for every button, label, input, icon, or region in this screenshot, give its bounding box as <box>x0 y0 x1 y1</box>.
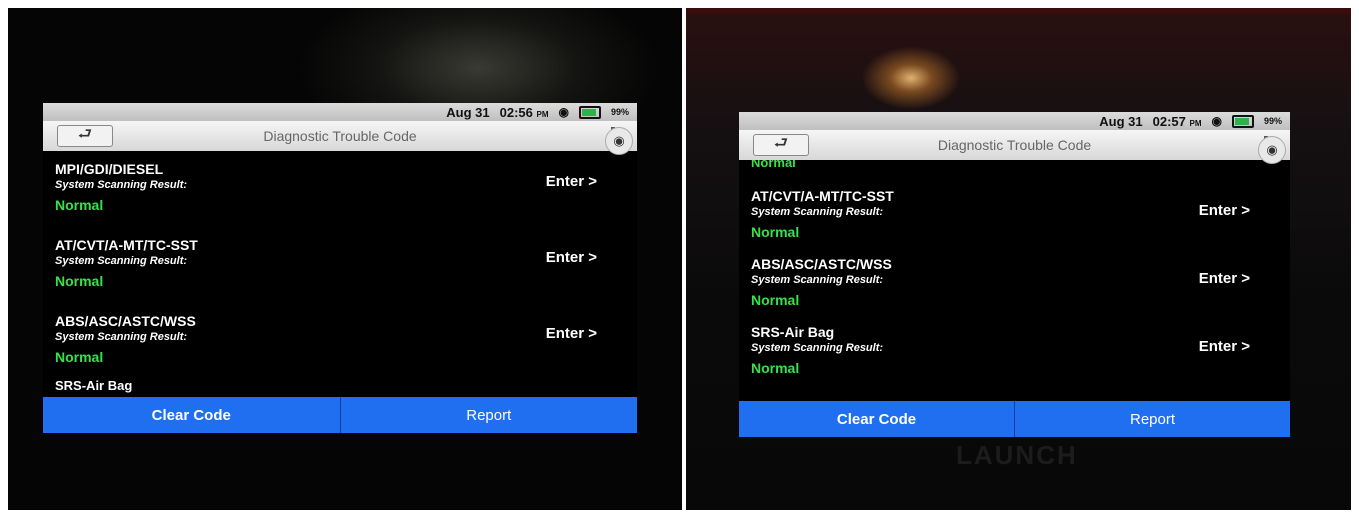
report-button[interactable]: Report <box>339 397 638 433</box>
list-item: AT/CVT/A-MT/TC-SST System Scanning Resul… <box>43 227 637 303</box>
camera-icon[interactable]: ◉ <box>1258 136 1286 164</box>
right-screen: Aug 31 02:57 PM ◉ 99% ⮐ Diagnostic Troub… <box>739 112 1290 437</box>
system-status: Normal <box>55 273 104 289</box>
back-button[interactable]: ⮐ <box>753 134 809 156</box>
enter-button[interactable]: Enter > <box>1199 202 1250 219</box>
partial-system-name: SRS-Air Bag <box>55 378 133 393</box>
list-item: ABS/ASC/ASTC/WSS System Scanning Result:… <box>739 248 1290 316</box>
list-item: AT/CVT/A-MT/TC-SST System Scanning Resul… <box>739 180 1290 248</box>
enter-button[interactable]: Enter > <box>1199 270 1250 287</box>
clear-code-button[interactable]: Clear Code <box>43 397 340 433</box>
back-arrow-icon: ⮐ <box>773 134 789 152</box>
list-item: SRS-Air Bag System Scanning Result: Norm… <box>739 316 1290 384</box>
enter-button[interactable]: Enter > <box>1199 338 1250 355</box>
battery-icon <box>578 105 601 119</box>
wifi-icon: ◉ <box>558 105 569 119</box>
system-status: Normal <box>55 349 104 365</box>
battery-percent: 99% <box>1263 116 1282 126</box>
camera-icon[interactable]: ◉ <box>605 127 633 155</box>
system-status: Normal <box>55 197 104 213</box>
back-arrow-icon: ⮐ <box>77 125 93 143</box>
page-title: Diagnostic Trouble Code <box>263 128 417 144</box>
enter-button[interactable]: Enter > <box>546 173 597 190</box>
clear-code-button[interactable]: Clear Code <box>739 401 1014 437</box>
status-time: 02:56 PM <box>499 104 549 120</box>
title-bar: ⮐ Diagnostic Trouble Code <box>739 130 1290 160</box>
status-bar: Aug 31 02:57 PM ◉ 99% <box>739 112 1290 130</box>
enter-button[interactable]: Enter > <box>546 325 597 342</box>
system-status: Normal <box>751 360 800 376</box>
partial-system-status: Normal <box>751 160 796 170</box>
left-screen: Aug 31 02:56 PM ◉ 99% ⮐ Diagnostic Troub… <box>43 103 637 433</box>
device-brand-logo: LAUNCH <box>956 440 1078 470</box>
enter-button[interactable]: Enter > <box>546 249 597 266</box>
action-bar: Clear Code Report <box>43 397 637 433</box>
wifi-icon: ◉ <box>1211 114 1222 128</box>
list-item: ABS/ASC/ASTC/WSS System Scanning Result:… <box>43 303 637 379</box>
back-button[interactable]: ⮐ <box>57 125 113 147</box>
status-time: 02:57 PM <box>1152 113 1202 129</box>
device-frame <box>686 8 1351 14</box>
right-photo: Aug 31 02:57 PM ◉ 99% ⮐ Diagnostic Troub… <box>686 8 1351 510</box>
battery-icon <box>1231 114 1254 128</box>
battery-percent: 99% <box>610 107 629 117</box>
system-status: Normal <box>751 292 800 308</box>
status-date: Aug 31 <box>1099 113 1143 129</box>
left-photo: Aug 31 02:56 PM ◉ 99% ⮐ Diagnostic Troub… <box>8 8 682 510</box>
list-item: MPI/GDI/DIESEL System Scanning Result: N… <box>43 151 637 227</box>
status-bar: Aug 31 02:56 PM ◉ 99% <box>43 103 637 121</box>
system-status: Normal <box>751 224 800 240</box>
system-list: Normal AT/CVT/A-MT/TC-SST System Scannin… <box>739 160 1290 401</box>
action-bar: Clear Code Report <box>739 401 1290 437</box>
system-list: MPI/GDI/DIESEL System Scanning Result: N… <box>43 151 637 397</box>
title-bar: ⮐ Diagnostic Trouble Code <box>43 121 637 151</box>
report-button[interactable]: Report <box>1014 401 1290 437</box>
page-title: Diagnostic Trouble Code <box>937 137 1092 153</box>
status-date: Aug 31 <box>446 104 490 120</box>
